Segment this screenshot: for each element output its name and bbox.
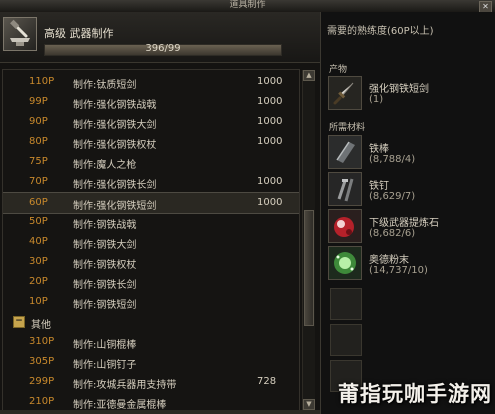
recipe-required-points: 90P (29, 116, 48, 127)
recipe-row[interactable]: 110P 制作:钛质短剑 1000 (3, 72, 299, 92)
category-label: 其他 (31, 320, 51, 331)
recipe-row[interactable]: 40P 制作:钢铁大剑 (3, 232, 299, 252)
material-name: 下级武器提炼石 (369, 218, 439, 229)
material-count: (8,682/6) (369, 228, 416, 239)
material-count: (14,737/10) (369, 265, 428, 276)
skill-progress-bar: 396/99 (44, 43, 282, 56)
recipe-price: 1000 (257, 116, 283, 127)
recipe-row[interactable]: 20P 制作:钢铁长剑 (3, 272, 299, 292)
requirement-text: 需要的熟练度(60P以上) (327, 26, 434, 37)
recipe-row[interactable]: 305P 制作:山铜钉子 (3, 352, 299, 372)
recipe-row[interactable]: 60P 制作:强化钢铁短剑 1000 (3, 192, 299, 214)
red-gem-icon[interactable] (328, 209, 362, 243)
recipe-name: 制作:钢铁大剑 (73, 240, 137, 251)
recipe-required-points: 80P (29, 136, 48, 147)
recipe-required-points: 70P (29, 176, 48, 187)
recipe-row[interactable]: 80P 制作:强化钢铁权杖 1000 (3, 132, 299, 152)
output-item-count: (1) (369, 94, 384, 105)
scroll-thumb[interactable] (304, 210, 314, 326)
skill-level-label: 高级 武器制作 (44, 27, 114, 40)
empty-material-slot (330, 324, 362, 356)
output-item-name: 强化钢铁短剑 (369, 84, 429, 95)
recipe-price: 728 (257, 376, 277, 387)
skill-progress-text: 396/99 (145, 43, 181, 54)
material-count: (8,788/4) (369, 154, 416, 165)
recipe-required-points: 310P (29, 336, 55, 347)
recipe-required-points: 110P (29, 76, 55, 87)
anvil-icon (3, 17, 37, 51)
recipe-list[interactable]: 110P 制作:钛质短剑 1000 99P 制作:强化钢铁战戟 1000 90P 制作:强化钢… (2, 69, 300, 411)
recipe-row[interactable]: 10P 制作:钢铁短剑 (3, 292, 299, 312)
recipe-name: 制作:钢铁长剑 (73, 280, 137, 291)
recipe-required-points: 305P (29, 356, 55, 367)
recipe-price: 1000 (257, 176, 283, 187)
collapse-toggle-icon[interactable]: − (13, 316, 25, 328)
materials-label: 所需材料 (329, 123, 366, 133)
recipe-required-points: 30P (29, 256, 48, 267)
recipe-name: 制作:强化钢铁权杖 (73, 140, 157, 151)
output-label: 产物 (329, 65, 348, 75)
window-title: 道具制作 (229, 0, 266, 10)
category-row-other[interactable]: − 其他 (3, 312, 299, 332)
recipe-name: 制作:山铜棍棒 (73, 340, 137, 351)
recipe-name: 制作:山铜钉子 (73, 360, 137, 371)
recipe-price: 1000 (257, 136, 283, 147)
recipe-required-points: 99P (29, 96, 48, 107)
recipe-name: 制作:钢铁短剑 (73, 300, 137, 311)
material-name: 铁棒 (369, 144, 389, 155)
recipe-name: 制作:魔人之枪 (73, 160, 137, 171)
recipe-row[interactable]: 99P 制作:强化钢铁战戟 1000 (3, 92, 299, 112)
skill-header: 高级 武器制作 396/99 (0, 12, 320, 63)
recipe-name: 制作:强化钢铁短剑 (73, 201, 157, 212)
empty-material-slot (330, 288, 362, 320)
recipe-row[interactable]: 310P 制作:山铜棍棒 (3, 332, 299, 352)
recipe-row[interactable]: 210P 制作:亚德曼金属棍棒 (3, 392, 299, 411)
recipe-price: 1000 (257, 76, 283, 87)
iron-bar-icon[interactable] (328, 135, 362, 169)
scroll-down-arrow-icon[interactable]: ▼ (303, 399, 315, 410)
recipe-required-points: 210P (29, 396, 55, 407)
recipe-required-points: 20P (29, 276, 48, 287)
material-count: (8,629/7) (369, 191, 416, 202)
recipe-row[interactable]: 50P 制作:钢铁战戟 (3, 212, 299, 232)
detail-panel: 需要的熟练度(60P以上) 产物 强化钢铁短剑 (1) 所需材料 铁棒 (8,7… (320, 12, 495, 414)
recipe-required-points: 40P (29, 236, 48, 247)
recipe-required-points: 50P (29, 216, 48, 227)
recipe-name: 制作:钢铁权杖 (73, 260, 137, 271)
green-powder-icon[interactable] (328, 246, 362, 280)
recipe-name: 制作:钛质短剑 (73, 80, 137, 91)
recipe-required-points: 60P (29, 197, 48, 208)
recipe-row[interactable]: 70P 制作:强化钢铁长剑 1000 (3, 172, 299, 192)
recipe-row[interactable]: 90P 制作:强化钢铁大剑 1000 (3, 112, 299, 132)
recipe-name: 制作:攻城兵器用支持带 (73, 380, 177, 391)
recipe-name: 制作:强化钢铁大剑 (73, 120, 157, 131)
iron-nail-icon[interactable] (328, 172, 362, 206)
dagger-icon[interactable] (328, 76, 362, 110)
material-name: 铁钉 (369, 181, 389, 192)
recipe-required-points: 10P (29, 296, 48, 307)
recipe-required-points: 75P (29, 156, 48, 167)
recipe-scrollbar[interactable]: ▲ ▼ (302, 70, 315, 410)
recipe-row[interactable]: 30P 制作:钢铁权杖 (3, 252, 299, 272)
recipe-name: 制作:钢铁战戟 (73, 220, 137, 231)
material-name: 奥德粉末 (369, 255, 409, 266)
recipe-required-points: 299P (29, 376, 55, 387)
recipe-row[interactable]: 299P 制作:攻城兵器用支持带 728 (3, 372, 299, 392)
recipe-price: 1000 (257, 197, 283, 208)
recipe-name: 制作:强化钢铁战戟 (73, 100, 157, 111)
watermark-logo: 莆指玩咖手游网 (338, 382, 492, 406)
recipe-price: 1000 (257, 96, 283, 107)
recipe-row[interactable]: 75P 制作:魔人之枪 (3, 152, 299, 172)
recipe-panel: 高级 武器制作 396/99 110P 制作:钛质短剑 1000 99P 制作:强化钢铁… (0, 12, 320, 414)
scroll-up-arrow-icon[interactable]: ▲ (303, 70, 315, 81)
recipe-name: 制作:强化钢铁长剑 (73, 180, 157, 191)
recipe-name: 制作:亚德曼金属棍棒 (73, 400, 167, 411)
bottom-toolbar (0, 410, 320, 414)
